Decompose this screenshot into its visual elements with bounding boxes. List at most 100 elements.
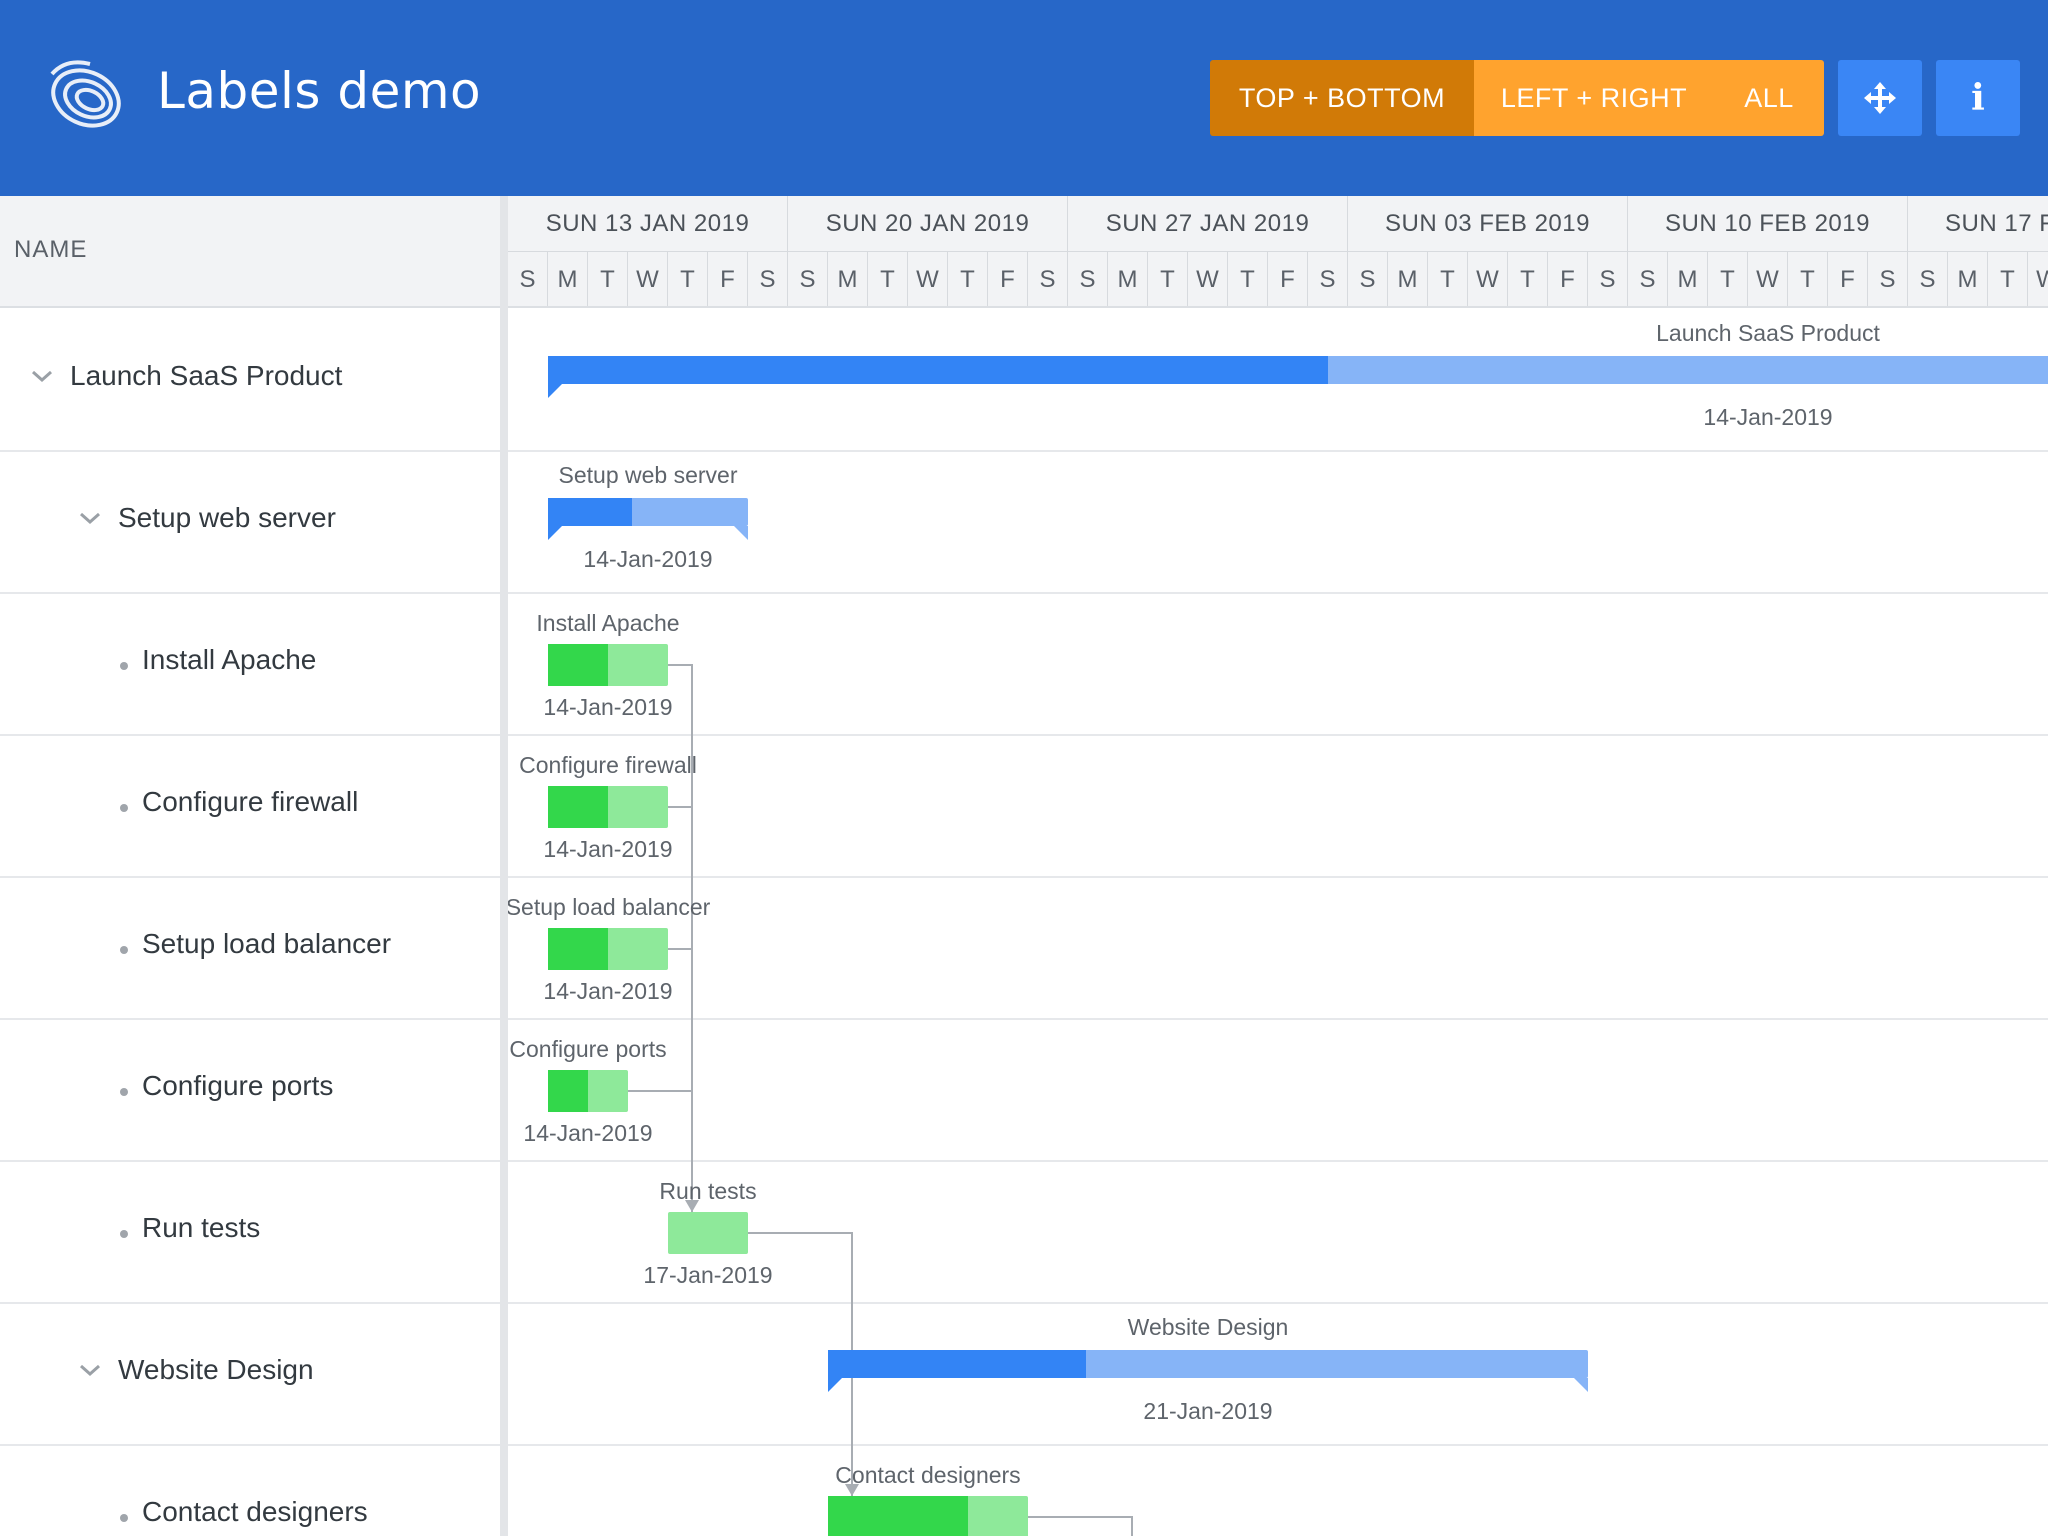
page-title: Labels demo: [157, 62, 482, 120]
task-bar[interactable]: [548, 786, 668, 828]
chevron-down-icon[interactable]: [30, 364, 54, 388]
summary-end-marker: [548, 526, 748, 540]
task-bar[interactable]: [828, 1496, 1028, 1536]
task-bottom-label: 17-Jan-2019: [643, 1262, 773, 1288]
day-header-cell: T: [1708, 252, 1748, 306]
chevron-down-icon[interactable]: [78, 506, 102, 530]
top-bottom-button[interactable]: TOP + BOTTOM: [1210, 60, 1474, 136]
gantt-chart: Launch SaaS Product 14-Jan-2019 Setup web …: [508, 310, 2048, 1536]
day-header-cell: T: [588, 252, 628, 306]
task-progress-fill: [548, 786, 608, 828]
summary-end-marker: [548, 384, 562, 398]
day-header-cell: M: [1668, 252, 1708, 306]
day-header-cell: T: [948, 252, 988, 306]
task-bar[interactable]: [548, 928, 668, 970]
move-arrows-icon: [1864, 82, 1896, 114]
day-header-cell: T: [1228, 252, 1268, 306]
chevron-down-icon[interactable]: [78, 1358, 102, 1382]
bullet-icon: [120, 662, 128, 670]
task-name: Setup load balancer: [142, 928, 392, 959]
day-header-cell: M: [828, 252, 868, 306]
task-progress-fill: [548, 928, 608, 970]
summary-task-bar[interactable]: [548, 498, 748, 540]
task-top-label: Configure firewall: [519, 752, 697, 778]
day-header-cell: F: [1268, 252, 1308, 306]
summary-task-bar[interactable]: [548, 356, 2048, 398]
day-header-cell: W: [2028, 252, 2048, 306]
move-button[interactable]: [1838, 60, 1922, 136]
task-name: Launch SaaS Product: [70, 360, 343, 391]
week-header-cell: SUN 10 FEB 2019: [1628, 196, 1908, 252]
task-top-label: Setup web server: [558, 462, 738, 488]
task-name: Setup web server: [118, 502, 336, 533]
grid-splitter[interactable]: [500, 196, 508, 1536]
day-header-cell: M: [1948, 252, 1988, 306]
name-column-header[interactable]: NAME: [0, 196, 500, 308]
task-name-column: Launch SaaS Product Setup web server Insta…: [0, 310, 500, 1536]
day-header-cell: F: [988, 252, 1028, 306]
day-header-cell: W: [628, 252, 668, 306]
day-header-cell: M: [1108, 252, 1148, 306]
bullet-icon: [120, 1230, 128, 1238]
bullet-icon: [120, 946, 128, 954]
summary-end-marker: [828, 1378, 1588, 1392]
task-top-label: Setup load balancer: [508, 894, 711, 920]
task-bottom-label: 14-Jan-2019: [543, 694, 673, 720]
task-progress-fill: [548, 356, 1328, 384]
day-header-cell: T: [1508, 252, 1548, 306]
info-button[interactable]: i: [1936, 60, 2020, 136]
task-row[interactable]: Setup web server: [0, 452, 500, 594]
task-bar[interactable]: [548, 1070, 628, 1112]
day-header-cell: T: [1988, 252, 2028, 306]
day-header-cell: S: [508, 252, 548, 306]
task-row[interactable]: Launch SaaS Product: [0, 310, 500, 452]
dependency-line: [668, 664, 693, 1212]
day-header-cell: S: [1308, 252, 1348, 306]
day-header-cell: T: [1148, 252, 1188, 306]
task-row[interactable]: Website Design: [0, 1304, 500, 1446]
dependency-line: [668, 806, 693, 1212]
day-header-cell: T: [868, 252, 908, 306]
task-row[interactable]: Setup load balancer: [0, 878, 500, 1020]
day-header-cell: S: [1628, 252, 1668, 306]
day-header-cell: W: [908, 252, 948, 306]
day-header-cell: S: [788, 252, 828, 306]
task-progress-fill: [548, 498, 632, 526]
day-header-cell: T: [1428, 252, 1468, 306]
task-bottom-label: 14-Jan-2019: [543, 836, 673, 862]
task-row[interactable]: Contact designers: [0, 1446, 500, 1536]
task-top-label: Launch SaaS Product: [1656, 320, 1880, 346]
all-button[interactable]: ALL: [1714, 60, 1824, 136]
task-progress-fill: [828, 1350, 1087, 1378]
task-row[interactable]: Configure firewall: [0, 736, 500, 878]
task-bottom-label: 14-Jan-2019: [1703, 404, 1833, 430]
day-header-cell: M: [548, 252, 588, 306]
summary-task-bar[interactable]: [828, 1350, 1588, 1392]
day-header-cell: M: [1388, 252, 1428, 306]
task-row[interactable]: Install Apache: [0, 594, 500, 736]
week-header-cell: SUN 03 FEB 2019: [1348, 196, 1628, 252]
day-header-cell: W: [1188, 252, 1228, 306]
bullet-icon: [120, 1514, 128, 1522]
task-top-label: Run tests: [659, 1178, 757, 1204]
day-header-cell: S: [1068, 252, 1108, 306]
day-header-cell: F: [1828, 252, 1868, 306]
task-name: Run tests: [142, 1212, 261, 1243]
task-row[interactable]: Run tests: [0, 1162, 500, 1304]
task-progress-fill: [548, 644, 608, 686]
week-header-cell: SUN 13 JAN 2019: [508, 196, 788, 252]
task-bottom-label: 21-Jan-2019: [1143, 1398, 1273, 1424]
task-bar[interactable]: [668, 1212, 748, 1254]
name-column-header-label: NAME: [14, 236, 88, 263]
task-progress-fill: [548, 1070, 588, 1112]
task-bar[interactable]: [548, 644, 668, 686]
task-name: Contact designers: [142, 1496, 368, 1527]
left-right-button[interactable]: LEFT + RIGHT: [1474, 60, 1714, 136]
task-top-label: Install Apache: [536, 610, 680, 636]
task-row[interactable]: Configure ports: [0, 1020, 500, 1162]
timeline-header: SUN 13 JAN 2019 S M T W T F S SUN 20 JAN 2019 S M T…: [508, 196, 2048, 308]
task-name: Website Design: [118, 1354, 314, 1385]
task-bottom-label: 14-Jan-2019: [583, 546, 713, 572]
task-name: Configure firewall: [142, 786, 359, 817]
day-header-cell: S: [1868, 252, 1908, 306]
